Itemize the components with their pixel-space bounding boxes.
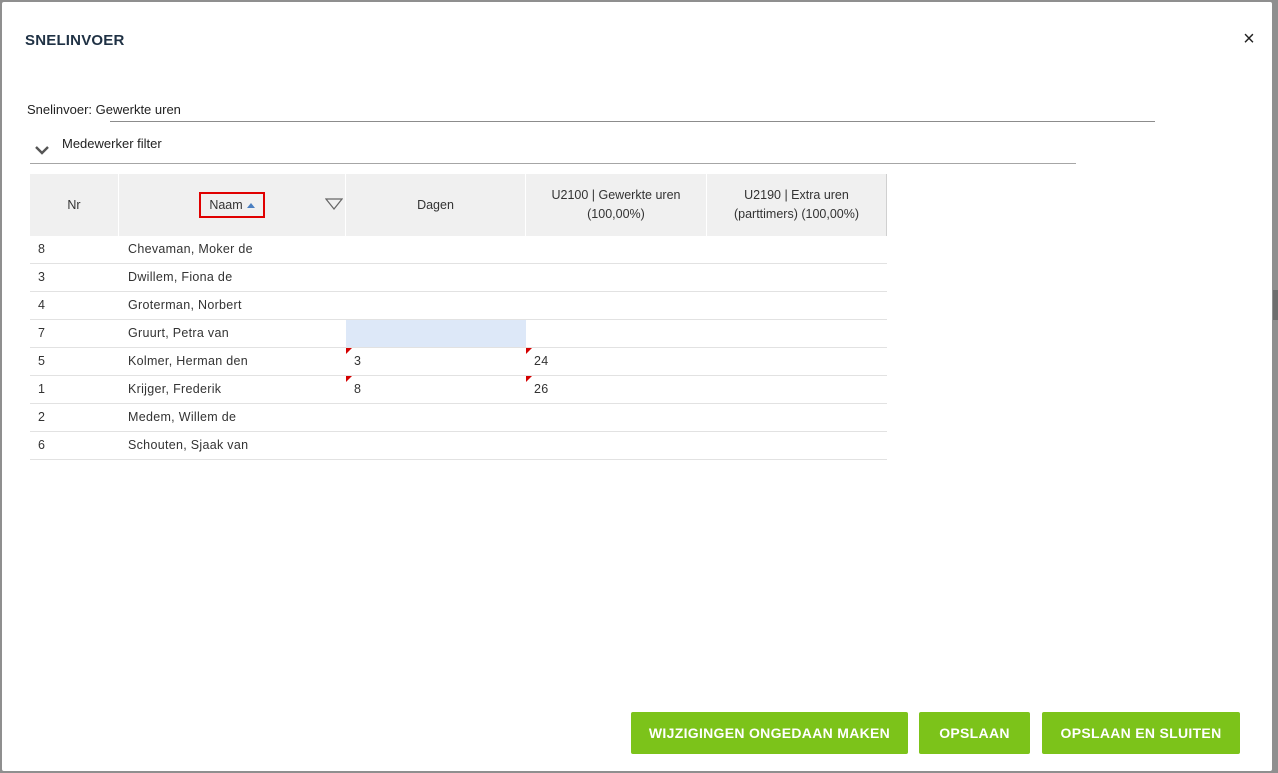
cell-dagen[interactable] bbox=[346, 432, 526, 459]
cell-u2190[interactable] bbox=[707, 264, 887, 291]
cell-naam[interactable]: Gruurt, Petra van bbox=[119, 320, 346, 347]
header-nr[interactable]: Nr bbox=[30, 174, 119, 236]
cell-u2190[interactable] bbox=[707, 404, 887, 431]
header-naam-label: Naam bbox=[209, 197, 243, 212]
changed-flag-icon bbox=[346, 348, 352, 354]
cell-dagen[interactable] bbox=[346, 264, 526, 291]
cell-naam[interactable]: Medem, Willem de bbox=[119, 404, 346, 431]
header-dagen-label: Dagen bbox=[417, 197, 454, 212]
snelinvoer-dialog: SNELINVOER × Snelinvoer: Gewerkte uren M… bbox=[2, 2, 1272, 771]
cell-naam[interactable]: Kolmer, Herman den bbox=[119, 348, 346, 375]
cell-dagen[interactable]: 3 bbox=[346, 348, 526, 375]
chevron-down-icon[interactable] bbox=[34, 142, 50, 158]
cell-naam[interactable]: Schouten, Sjaak van bbox=[119, 432, 346, 459]
cell-nr[interactable]: 3 bbox=[30, 264, 119, 291]
table-row[interactable]: 6 Schouten, Sjaak van bbox=[30, 432, 887, 460]
medewerker-filter-toggle[interactable]: Medewerker filter bbox=[30, 134, 1076, 164]
cell-u2100[interactable] bbox=[526, 404, 707, 431]
header-u2100-line2: (100,00%) bbox=[587, 207, 645, 221]
cell-naam[interactable]: Groterman, Norbert bbox=[119, 292, 346, 319]
close-icon[interactable]: × bbox=[1238, 28, 1260, 50]
cell-dagen[interactable] bbox=[346, 404, 526, 431]
grid-body: 8 Chevaman, Moker de 3 Dwillem, Fiona de… bbox=[30, 236, 887, 460]
changed-flag-icon bbox=[346, 376, 352, 382]
cell-u2190[interactable] bbox=[707, 236, 887, 263]
table-row[interactable]: 4 Groterman, Norbert bbox=[30, 292, 887, 320]
cell-u2100[interactable] bbox=[526, 432, 707, 459]
background-scrollbar bbox=[1273, 290, 1278, 320]
cell-naam[interactable]: Krijger, Frederik bbox=[119, 376, 346, 403]
cell-nr[interactable]: 4 bbox=[30, 292, 119, 319]
cell-u2100[interactable] bbox=[526, 264, 707, 291]
header-u2100[interactable]: U2100 | Gewerkte uren (100,00%) bbox=[526, 174, 707, 236]
table-row[interactable]: 7 Gruurt, Petra van bbox=[30, 320, 887, 348]
changed-flag-icon bbox=[526, 376, 532, 382]
table-row[interactable]: 3 Dwillem, Fiona de bbox=[30, 264, 887, 292]
header-nr-label: Nr bbox=[67, 197, 81, 212]
cell-nr[interactable]: 6 bbox=[30, 432, 119, 459]
sort-ascending-icon bbox=[246, 202, 255, 208]
cell-nr[interactable]: 2 bbox=[30, 404, 119, 431]
save-button[interactable]: OPSLAAN bbox=[919, 712, 1030, 754]
filter-triangle-icon[interactable] bbox=[325, 198, 343, 210]
naam-highlight-box[interactable]: Naam bbox=[199, 192, 265, 218]
grid-header: Nr Naam Dagen U2100 | Gewerkte uren (100… bbox=[30, 174, 887, 236]
save-and-close-button[interactable]: OPSLAAN EN SLUITEN bbox=[1042, 712, 1240, 754]
header-u2100-line1: U2100 | Gewerkte uren bbox=[551, 188, 681, 202]
cell-u2190[interactable] bbox=[707, 292, 887, 319]
cell-dagen-value: 3 bbox=[354, 354, 362, 368]
cell-u2190[interactable] bbox=[707, 432, 887, 459]
header-dagen[interactable]: Dagen bbox=[346, 174, 526, 236]
snelinvoer-label: Snelinvoer: Gewerkte uren bbox=[27, 102, 181, 117]
cell-u2190[interactable] bbox=[707, 376, 887, 403]
cell-nr[interactable]: 5 bbox=[30, 348, 119, 375]
cell-u2100[interactable]: 24 bbox=[526, 348, 707, 375]
cell-u2100-value: 24 bbox=[534, 354, 549, 368]
dialog-title: SNELINVOER bbox=[25, 32, 125, 49]
cell-dagen-value: 8 bbox=[354, 382, 362, 396]
cell-nr[interactable]: 1 bbox=[30, 376, 119, 403]
table-row[interactable]: 1 Krijger, Frederik 8 26 bbox=[30, 376, 887, 404]
header-u2190-line2: (parttimers) (100,00%) bbox=[733, 207, 860, 221]
table-row[interactable]: 2 Medem, Willem de bbox=[30, 404, 887, 432]
header-naam[interactable]: Naam bbox=[119, 174, 346, 236]
medewerker-filter-label: Medewerker filter bbox=[62, 136, 162, 151]
header-u2190-line1: U2190 | Extra uren bbox=[744, 188, 849, 202]
data-grid: Nr Naam Dagen U2100 | Gewerkte uren (100… bbox=[30, 174, 887, 460]
cell-nr[interactable]: 7 bbox=[30, 320, 119, 347]
changed-flag-icon bbox=[526, 348, 532, 354]
cell-u2100[interactable]: 26 bbox=[526, 376, 707, 403]
cell-dagen[interactable]: 8 bbox=[346, 376, 526, 403]
snelinvoer-underline bbox=[110, 121, 1155, 122]
cell-u2100[interactable] bbox=[526, 292, 707, 319]
undo-changes-button[interactable]: WIJZIGINGEN ONGEDAAN MAKEN bbox=[631, 712, 908, 754]
header-u2190[interactable]: U2190 | Extra uren (parttimers) (100,00%… bbox=[707, 174, 887, 236]
cell-dagen[interactable] bbox=[346, 236, 526, 263]
cell-u2190[interactable] bbox=[707, 348, 887, 375]
cell-naam[interactable]: Chevaman, Moker de bbox=[119, 236, 346, 263]
cell-u2100[interactable] bbox=[526, 236, 707, 263]
cell-u2100-value: 26 bbox=[534, 382, 549, 396]
cell-u2190[interactable] bbox=[707, 320, 887, 347]
cell-naam[interactable]: Dwillem, Fiona de bbox=[119, 264, 346, 291]
cell-u2100[interactable] bbox=[526, 320, 707, 347]
table-row[interactable]: 8 Chevaman, Moker de bbox=[30, 236, 887, 264]
cell-nr[interactable]: 8 bbox=[30, 236, 119, 263]
cell-dagen-selected[interactable] bbox=[346, 320, 526, 347]
table-row[interactable]: 5 Kolmer, Herman den 3 24 bbox=[30, 348, 887, 376]
cell-dagen[interactable] bbox=[346, 292, 526, 319]
